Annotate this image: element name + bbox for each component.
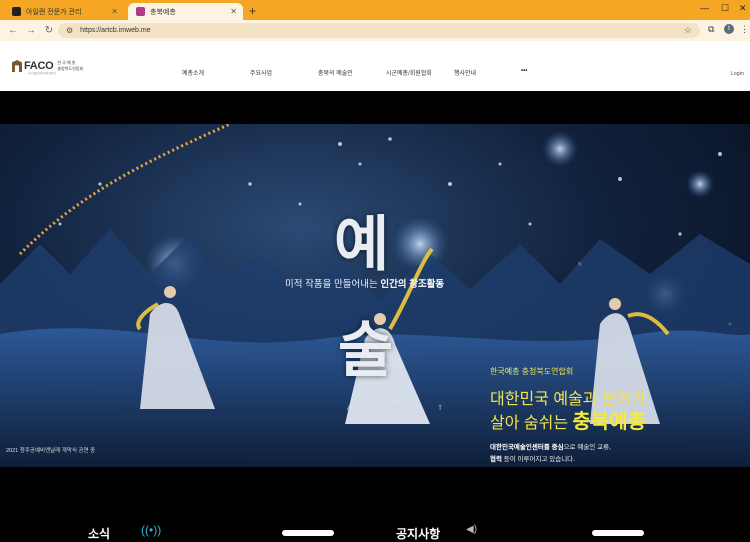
hero-description-line1: 대한민국예술인센터를 중심으로 예술인 교류, [490, 444, 611, 451]
menu-kebab-icon[interactable]: ⋮ [740, 24, 749, 35]
hero-banner: 예 술 A R T 미적 작품을 만들어내는 인간의 창조활동 2021 청주공… [0, 124, 750, 467]
tab-title: 아일랜 전문가 관리 [26, 8, 82, 16]
faco-logo-icon [12, 60, 22, 72]
maximize-icon[interactable]: ☐ [721, 3, 729, 14]
hero-top-band [0, 91, 750, 124]
nav-more-icon[interactable]: ••• [521, 68, 527, 74]
hero-description-line2: 협력 등이 이루어지고 있습니다. [490, 456, 575, 463]
forward-icon[interactable]: → [22, 25, 40, 36]
extensions-icon[interactable]: ⧉ [708, 24, 714, 35]
browser-tab-strip: 아일랜 전문가 관리 ✕ 충북예총 ✕ + [0, 0, 750, 20]
reload-icon[interactable]: ↻ [40, 25, 58, 36]
hero-big-char-2: 술 [338, 316, 394, 386]
close-tab-icon[interactable]: ✕ [111, 7, 118, 16]
tab-title: 충북예총 [150, 8, 176, 16]
nav-artists[interactable]: 충북의 예술인 [318, 68, 353, 77]
logo-subtitle: 한 국 예 총 충청북도연합회 [57, 60, 84, 71]
speaker-icon: ◀) [466, 524, 478, 535]
hero-photo-caption: 2021 청주공예비엔날레 개막식 공연 중 [6, 448, 96, 454]
browser-toolbar: ← → ↻ ⚙ https://artcb.imweb.me ☆ ⧉ t ⋮ [0, 20, 750, 41]
hero-art-letters: A R T [347, 406, 462, 412]
login-link[interactable]: Login [731, 71, 744, 77]
tab-pill[interactable] [592, 530, 644, 536]
back-icon[interactable]: ← [4, 25, 22, 36]
logo-tagline: 한국예술문화단체총연합회 [28, 72, 56, 75]
minimize-icon[interactable]: — [700, 3, 709, 13]
hero-subcopy: 미적 작품을 만들어내는 인간의 창조활동 [285, 279, 445, 290]
hero-headline-line2: 살아 숨쉬는 충북예총 [490, 411, 647, 433]
nav-about[interactable]: 예총소개 [182, 68, 204, 77]
browser-tab-inactive[interactable]: 아일랜 전문가 관리 ✕ [4, 3, 124, 20]
site-logo[interactable]: FACO 한 국 예 총 충청북도연합회 한국예술문화단체총연합회 [12, 60, 84, 75]
hero-big-char-1: 예 [334, 210, 390, 280]
url-text: https://artcb.imweb.me [80, 27, 151, 34]
browser-tab-active[interactable]: 충북예총 ✕ [128, 3, 243, 20]
nav-projects[interactable]: 주요사업 [250, 68, 272, 77]
site-header: FACO 한 국 예 총 충청북도연합회 한국예술문화단체총연합회 예총소개 주… [0, 41, 750, 91]
site-favicon-icon [136, 7, 145, 16]
tab-pill[interactable] [282, 530, 334, 536]
hero-kicker: 한국예총 충청북도연합회 [490, 367, 574, 376]
new-tab-icon[interactable]: + [249, 4, 256, 18]
close-window-icon[interactable]: ✕ [739, 3, 747, 14]
address-bar[interactable]: ⚙ https://artcb.imweb.me ☆ [58, 23, 700, 38]
broadcast-icon: ((•)) [141, 523, 162, 537]
bookmark-star-icon[interactable]: ☆ [684, 25, 692, 36]
close-tab-icon[interactable]: ✕ [230, 7, 237, 16]
profile-avatar[interactable]: t [724, 24, 734, 34]
site-info-icon[interactable]: ⚙ [66, 26, 73, 35]
site-favicon-icon [12, 7, 21, 16]
nav-associations[interactable]: 시군예총/회원협회 [386, 68, 432, 77]
nav-events[interactable]: 행사안내 [454, 68, 476, 77]
below-hero-section: 소식 ((•)) 공지사항 ◀) [0, 467, 750, 541]
